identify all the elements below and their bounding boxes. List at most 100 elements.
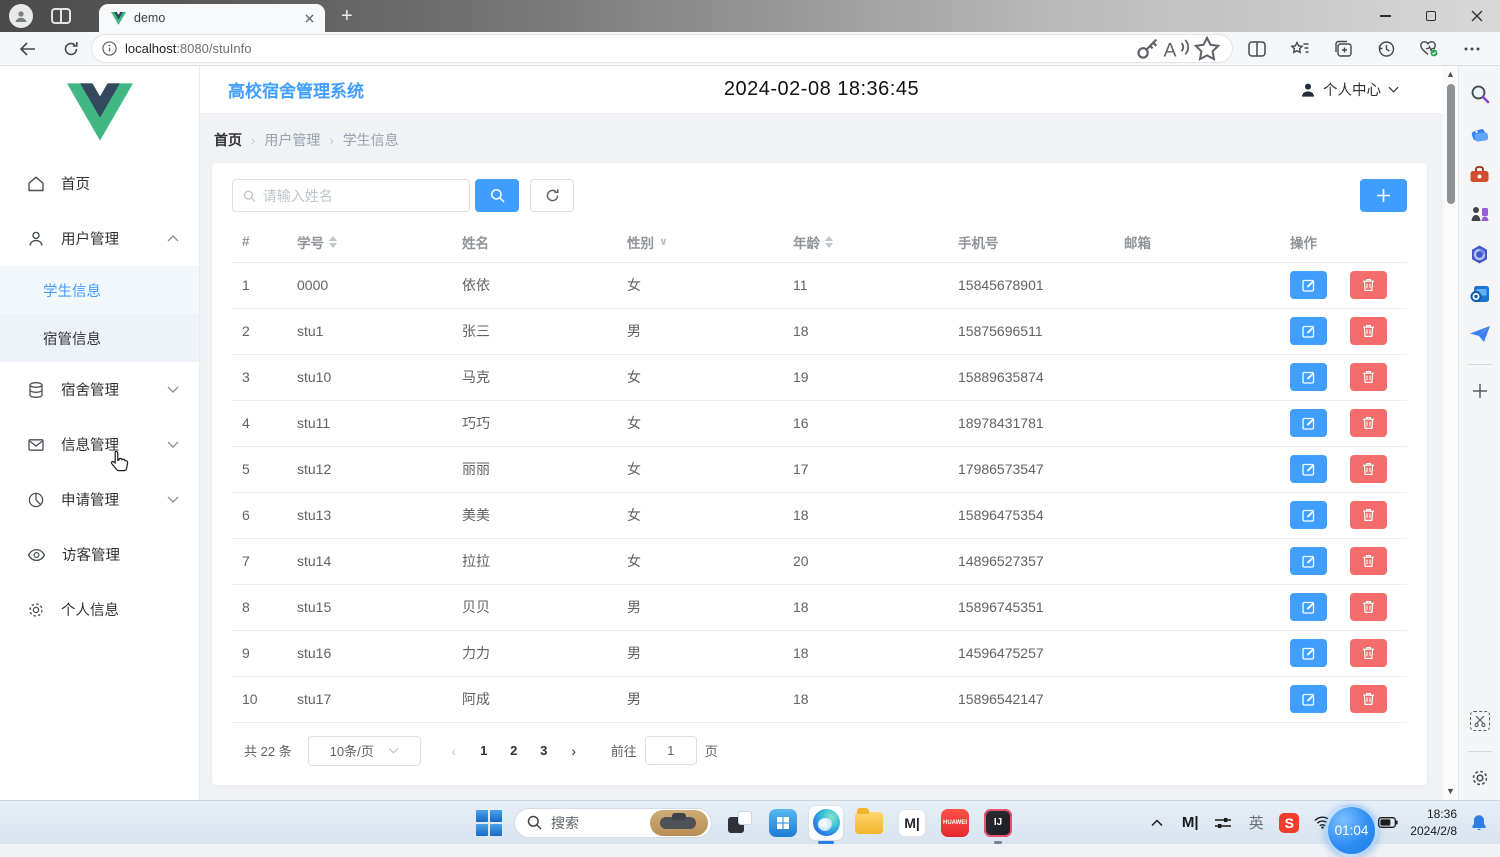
- sidebar-item-dorm-admin-info[interactable]: 宿管信息: [0, 314, 199, 362]
- delete-button[interactable]: [1350, 455, 1387, 483]
- intellij-idea-button[interactable]: IJ: [981, 806, 1015, 840]
- edit-button[interactable]: [1290, 317, 1327, 345]
- file-explorer-button[interactable]: [852, 806, 886, 840]
- toolbox-icon[interactable]: [1468, 162, 1492, 186]
- task-view-button[interactable]: [723, 806, 757, 840]
- col-age[interactable]: 年龄: [783, 222, 948, 262]
- delete-button[interactable]: [1350, 317, 1387, 345]
- edit-button[interactable]: [1290, 409, 1327, 437]
- delete-button[interactable]: [1350, 409, 1387, 437]
- refresh-button[interactable]: [56, 35, 86, 63]
- reset-button[interactable]: [530, 179, 574, 212]
- sidebar-item-user-management[interactable]: 用户管理: [0, 211, 199, 266]
- delete-button[interactable]: [1350, 271, 1387, 299]
- battery-icon[interactable]: [1375, 808, 1401, 838]
- sort-icons[interactable]: [329, 236, 337, 248]
- site-info-icon[interactable]: [102, 41, 117, 56]
- password-key-icon[interactable]: [1132, 35, 1162, 63]
- tray-sliders-icon[interactable]: [1210, 808, 1236, 838]
- breadcrumb-student-info[interactable]: 学生信息: [343, 130, 399, 150]
- favorites-icon[interactable]: [1285, 35, 1315, 63]
- favorite-star-icon[interactable]: [1192, 35, 1222, 63]
- games-icon[interactable]: [1468, 202, 1492, 226]
- page-scrollbar[interactable]: ▲ ▼: [1443, 66, 1458, 800]
- scroll-up-arrow[interactable]: ▲: [1443, 66, 1458, 81]
- edit-button[interactable]: [1290, 547, 1327, 575]
- sidebar-search-icon[interactable]: [1468, 82, 1492, 106]
- page-size-select[interactable]: 10条/页: [308, 736, 421, 766]
- outlook-icon[interactable]: [1468, 282, 1492, 306]
- page-number-button[interactable]: 2: [499, 743, 529, 758]
- next-page-button[interactable]: ›: [559, 743, 589, 759]
- screenshot-icon[interactable]: [1468, 709, 1492, 733]
- sidebar-item-visitor-management[interactable]: 访客管理: [0, 527, 199, 582]
- shopping-icon[interactable]: [1468, 122, 1492, 146]
- prev-page-button[interactable]: ‹: [439, 743, 469, 759]
- recording-timer-bubble[interactable]: 01:04: [1325, 804, 1378, 857]
- page-number-button[interactable]: 3: [529, 743, 559, 758]
- sidebar-item-personal-info[interactable]: 个人信息: [0, 582, 199, 637]
- huawei-app-button[interactable]: HUAWEI: [938, 806, 972, 840]
- tray-chevron-up-icon[interactable]: [1144, 808, 1170, 838]
- delete-button[interactable]: [1350, 685, 1387, 713]
- window-restore-button[interactable]: [1408, 0, 1454, 32]
- back-button[interactable]: [12, 35, 42, 63]
- sidebar-item-dorm-management[interactable]: 宿舍管理: [0, 362, 199, 417]
- rail-add-icon[interactable]: [1468, 379, 1492, 403]
- search-highlight-image[interactable]: [650, 810, 708, 836]
- workspaces-icon[interactable]: [51, 8, 71, 24]
- breadcrumb-home[interactable]: 首页: [214, 130, 242, 150]
- tab-close-icon[interactable]: [301, 10, 317, 26]
- scrollbar-thumb[interactable]: [1447, 84, 1455, 204]
- taskbar-clock[interactable]: 18:36 2024/2/8: [1410, 806, 1457, 838]
- delete-button[interactable]: [1350, 363, 1387, 391]
- edit-button[interactable]: [1290, 363, 1327, 391]
- new-tab-button[interactable]: +: [341, 5, 353, 28]
- sidebar-item-application-management[interactable]: 申请管理: [0, 472, 199, 527]
- edit-button[interactable]: [1290, 685, 1327, 713]
- split-screen-icon[interactable]: [1242, 35, 1272, 63]
- tray-m-app-icon[interactable]: M|: [1177, 808, 1203, 838]
- goto-page-input[interactable]: [645, 736, 697, 765]
- scroll-down-arrow[interactable]: ▼: [1443, 783, 1458, 798]
- edge-browser-button[interactable]: [809, 806, 843, 840]
- edit-button[interactable]: [1290, 593, 1327, 621]
- sogou-input-icon[interactable]: S: [1276, 808, 1302, 838]
- window-close-button[interactable]: [1454, 0, 1500, 32]
- search-input[interactable]: [263, 188, 459, 204]
- user-menu[interactable]: 个人中心: [1300, 79, 1399, 100]
- sort-icons[interactable]: [825, 236, 833, 248]
- col-gender[interactable]: 性别∨: [617, 222, 783, 262]
- browser-menu-icon[interactable]: [1457, 35, 1487, 63]
- edit-button[interactable]: [1290, 639, 1327, 667]
- read-aloud-icon[interactable]: A: [1162, 35, 1192, 63]
- sidebar-item-message-management[interactable]: 信息管理: [0, 417, 199, 472]
- drop-paperplane-icon[interactable]: [1468, 322, 1492, 346]
- delete-button[interactable]: [1350, 639, 1387, 667]
- history-icon[interactable]: [1371, 35, 1401, 63]
- filter-chevron-icon[interactable]: ∨: [659, 235, 668, 248]
- notification-bell-icon[interactable]: [1466, 808, 1492, 838]
- add-student-button[interactable]: [1360, 179, 1407, 212]
- m-app-button[interactable]: M|: [895, 806, 929, 840]
- name-search-field[interactable]: [232, 179, 470, 212]
- sidebar-item-student-info[interactable]: 学生信息: [0, 266, 199, 314]
- browser-profile-button[interactable]: [9, 4, 33, 28]
- microsoft-store-button[interactable]: [766, 806, 800, 840]
- delete-button[interactable]: [1350, 593, 1387, 621]
- window-minimize-button[interactable]: [1362, 0, 1408, 32]
- browser-essentials-icon[interactable]: [1414, 35, 1444, 63]
- ime-language-indicator[interactable]: 英: [1243, 808, 1269, 838]
- edit-button[interactable]: [1290, 455, 1327, 483]
- breadcrumb-user-management[interactable]: 用户管理: [264, 130, 320, 150]
- search-button[interactable]: [475, 179, 519, 212]
- sidebar-item-home[interactable]: 首页: [0, 156, 199, 211]
- edit-button[interactable]: [1290, 271, 1327, 299]
- delete-button[interactable]: [1350, 501, 1387, 529]
- col-student-id[interactable]: 学号: [287, 222, 452, 262]
- sidebar-settings-gear-icon[interactable]: [1468, 766, 1492, 790]
- taskbar-search-box[interactable]: 搜索: [514, 808, 712, 838]
- page-number-button[interactable]: 1: [469, 743, 499, 758]
- url-bar[interactable]: localhost:8080/stuInfo A: [92, 35, 1232, 62]
- microsoft365-icon[interactable]: [1468, 242, 1492, 266]
